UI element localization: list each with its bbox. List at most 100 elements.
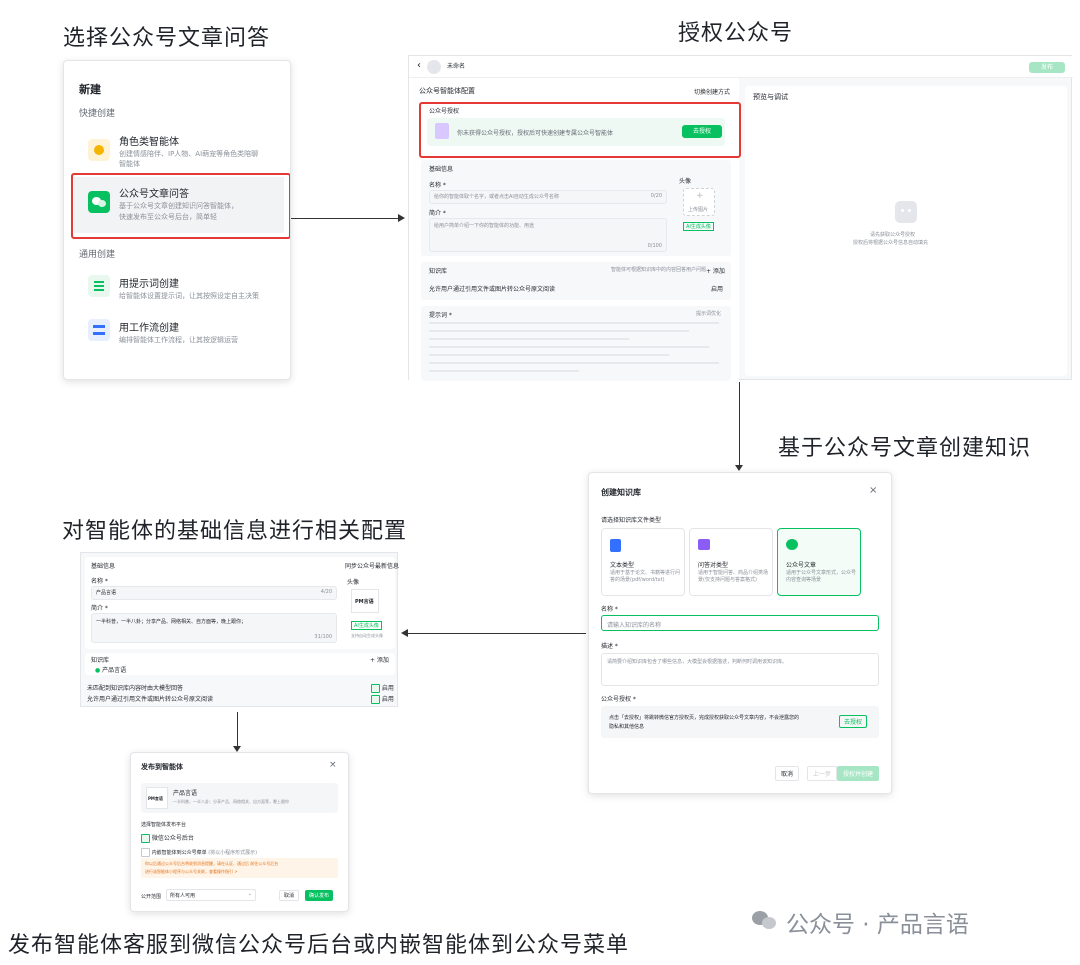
arrow-head-1 bbox=[398, 214, 405, 222]
workflow-create-option[interactable]: 用工作流创建 编排智能体工作流程，让其按逻辑运营 bbox=[74, 311, 284, 351]
name-label: 名称 * bbox=[429, 182, 446, 189]
avatar-label: 头像 bbox=[347, 579, 360, 586]
kb-allow-label: 允许用户通过引用文件或图片转公众号原文阅读 bbox=[429, 286, 556, 293]
kb-name-input[interactable]: 请输入知识库的名称 bbox=[601, 615, 879, 631]
preview-hint: 请先获取公众号授权 bbox=[870, 232, 916, 238]
kb-auth-text-2: 隐私和其他信息 bbox=[609, 724, 645, 730]
name-placeholder: 给你的智能体取个名字，或者点击AI自动生成公众号名称 bbox=[434, 194, 559, 200]
platform-option-menu-embed[interactable]: 内嵌智能体到公众号菜单 (将以小程序形式展示) bbox=[141, 848, 257, 857]
close-icon[interactable]: × bbox=[329, 760, 337, 770]
kb-add-button[interactable]: + 添加 bbox=[370, 655, 389, 664]
kb-type-qa[interactable]: 问答对类型 适用于智能问答、商品介绍类场景(仅支持问题与答案格式) bbox=[689, 528, 773, 596]
workflow-create-desc: 编排智能体工作流程，让其按逻辑运营 bbox=[119, 336, 238, 344]
create-kb-modal: 创建知识库 × 请选择知识库文件类型 文本类型 适用于基于论文、书籍等进行问答的… bbox=[588, 472, 892, 794]
ai-avatar-button[interactable]: AI生成头像 bbox=[683, 222, 714, 231]
option-article-link-toggle[interactable]: 启用 bbox=[371, 694, 394, 704]
scope-label: 公开范围 bbox=[141, 894, 162, 900]
prompt-section: 提示词 * 提示词优化 bbox=[421, 306, 731, 381]
publish-button[interactable]: 发布 bbox=[1029, 62, 1065, 73]
basic-info-section: 基础信息 名称 * 给你的智能体取个名字，或者点击AI自动生成公众号名称 0/2… bbox=[421, 160, 731, 256]
kb-desc-input[interactable]: 请简要介绍知识库包含了哪些信息，大模型会根据描述，判断何时调用该知识库。 bbox=[601, 653, 879, 686]
kb-item[interactable]: ● 产品言语 bbox=[95, 665, 126, 674]
arrow-head-3 bbox=[401, 629, 408, 637]
intro-input[interactable]: 给用户简单介绍一下你的智能体的功能、用途 0/100 bbox=[429, 218, 667, 252]
checkbox-icon bbox=[141, 834, 150, 843]
agent-avatar[interactable] bbox=[427, 60, 441, 74]
arrow-head-2 bbox=[735, 465, 743, 471]
prompt-create-title: 用提示词创建 bbox=[119, 279, 179, 290]
kb-auth-box: 点击「去授权」将跳转微信官方授权页，完成授权获取公众号文章内容，不会泄露您的 隐… bbox=[601, 706, 879, 738]
role-desc: 创建情感陪伴、IP人物、AI萌宠等角色类陪聊 bbox=[119, 150, 259, 158]
role-agent-option[interactable]: 角色类智能体 创建情感陪伴、IP人物、AI萌宠等角色类陪聊 智能体 bbox=[74, 129, 284, 175]
kb-desc-label: 描述 * bbox=[601, 643, 618, 650]
chevron-down-icon: ⌄ bbox=[247, 891, 252, 897]
arrow-step3-to-step4 bbox=[408, 633, 586, 634]
kb-name-placeholder: 请输入知识库的名称 bbox=[607, 622, 662, 629]
kb-auth-label: 公众号授权 * bbox=[601, 696, 636, 703]
kb-type-text[interactable]: 文本类型 适用于基于论文、书籍等进行问答的场景(pdf/word/txt) bbox=[601, 528, 685, 596]
name-count: 0/20 bbox=[650, 193, 662, 199]
name-input[interactable]: 产品言语 4/20 bbox=[91, 586, 337, 600]
publish-cancel-button[interactable]: 取消 bbox=[279, 890, 300, 901]
back-icon[interactable]: ‹ bbox=[417, 60, 421, 71]
platform-option-2-hint: (将以小程序形式展示) bbox=[208, 850, 258, 856]
kb-authorize-button[interactable]: 去授权 bbox=[839, 715, 868, 728]
prompt-create-option[interactable]: 用提示词创建 给智能体设置提示词，让其按照设定自主决策 bbox=[74, 267, 284, 307]
role-title: 角色类智能体 bbox=[119, 137, 179, 148]
avatar-image[interactable]: PM言语 bbox=[351, 589, 379, 613]
kb-type-article[interactable]: 公众号文章 适用于公众号文章形式，公众号内容查询等场景 bbox=[777, 528, 861, 596]
arrow-step2-to-step3 bbox=[739, 382, 740, 467]
kb-confirm-button[interactable]: 授权并创建 bbox=[837, 766, 880, 781]
caption-step-1: 选择公众号文章问答 bbox=[63, 26, 271, 51]
platform-option-wechat-backend[interactable]: 微信公众号后台 bbox=[141, 833, 194, 843]
chat-bubble-icon bbox=[698, 539, 710, 550]
kb-name-label: 名称 * bbox=[601, 606, 618, 613]
kb-item-name: 产品言语 bbox=[102, 667, 127, 674]
robot-icon bbox=[895, 201, 917, 223]
preview-panel: 预览与调试 请先获取公众号授权 授权后将根据公众号信息自动填充 bbox=[745, 86, 1067, 376]
ai-avatar-button[interactable]: AI生成头像 bbox=[351, 621, 382, 630]
list-icon bbox=[88, 275, 110, 297]
kb-section: 知识库 智能体可根据知识库中的内容回答用户问题 + 添加 允许用户通过引用文件或… bbox=[421, 262, 731, 300]
prompt-create-desc: 给智能体设置提示词，让其按照设定自主决策 bbox=[119, 292, 259, 300]
workflow-icon bbox=[88, 319, 110, 341]
kb-card: 知识库 + 添加 ● 产品言语 bbox=[85, 653, 395, 675]
kb-enable-toggle[interactable]: 启用 bbox=[711, 284, 723, 293]
avatar-upload[interactable]: + 上传图片 bbox=[683, 188, 715, 216]
caption-step-3: 基于公众号文章创建知识 bbox=[778, 436, 1032, 461]
scope-select[interactable]: 所有人可用 ⌄ bbox=[166, 889, 256, 901]
menu-title: 新建 bbox=[79, 83, 101, 96]
kb-auth-text: 点击「去授权」将跳转微信官方授权页，完成授权获取公众号文章内容，不会泄露您的 bbox=[609, 715, 800, 721]
prompt-title: 提示词 * bbox=[429, 312, 452, 319]
intro-input[interactable]: 一半科普，一半八卦；分享产品、网络相关、自方面等，晚上跟你； 31/100 bbox=[91, 613, 337, 643]
intro-value: 一半科普，一半八卦；分享产品、网络相关、自方面等，晚上跟你； bbox=[96, 619, 247, 625]
preview-title: 预览与调试 bbox=[753, 93, 788, 101]
kb-add-button[interactable]: + 添加 bbox=[706, 266, 725, 275]
basic-info-title: 基础信息 bbox=[91, 563, 116, 570]
kb-type-article-name: 公众号文章 bbox=[786, 562, 817, 569]
basic-info-config: 基础信息 同步公众号最新信息 名称 * 产品言语 4/20 简介 * 一半科普，… bbox=[80, 552, 399, 707]
avatar-label: 头像 bbox=[679, 178, 692, 185]
role-desc-2: 智能体 bbox=[119, 160, 140, 168]
arrow-step1-to-step2 bbox=[291, 218, 399, 219]
intro-count: 0/100 bbox=[647, 243, 662, 249]
config-title: 公众号智能体配置 bbox=[419, 87, 475, 95]
switch-mode-link[interactable]: 切换创建方式 bbox=[694, 87, 730, 96]
wechat-icon bbox=[752, 909, 778, 931]
caption-step-4: 对智能体的基础信息进行相关配置 bbox=[62, 519, 408, 544]
kb-type-qa-name: 问答对类型 bbox=[698, 562, 729, 569]
config-panel: 公众号智能体配置 切换创建方式 公众号授权 你未获得公众号授权，授权后可快速创建… bbox=[409, 78, 741, 381]
plus-icon: + bbox=[696, 191, 704, 201]
kb-cancel-button[interactable]: 取消 bbox=[775, 766, 800, 781]
text-doc-icon bbox=[610, 539, 621, 552]
new-agent-menu: 新建 快捷创建 角色类智能体 创建情感陪伴、IP人物、AI萌宠等角色类陪聊 智能… bbox=[63, 60, 291, 380]
platform-label: 选择智能体发布平台 bbox=[141, 822, 187, 828]
name-input[interactable]: 给你的智能体取个名字，或者点击AI自动生成公众号名称 0/20 bbox=[429, 190, 667, 204]
close-icon[interactable]: × bbox=[869, 485, 877, 496]
prompt-optimize-button[interactable]: 提示词优化 bbox=[696, 310, 721, 317]
option-llm-fallback-toggle[interactable]: 启用 bbox=[371, 683, 394, 693]
kb-prev-button[interactable]: 上一步 bbox=[807, 766, 838, 781]
name-value: 产品言语 bbox=[96, 590, 117, 596]
sync-button[interactable]: 同步公众号最新信息 bbox=[345, 561, 399, 570]
publish-confirm-button[interactable]: 确认发布 bbox=[305, 890, 334, 901]
